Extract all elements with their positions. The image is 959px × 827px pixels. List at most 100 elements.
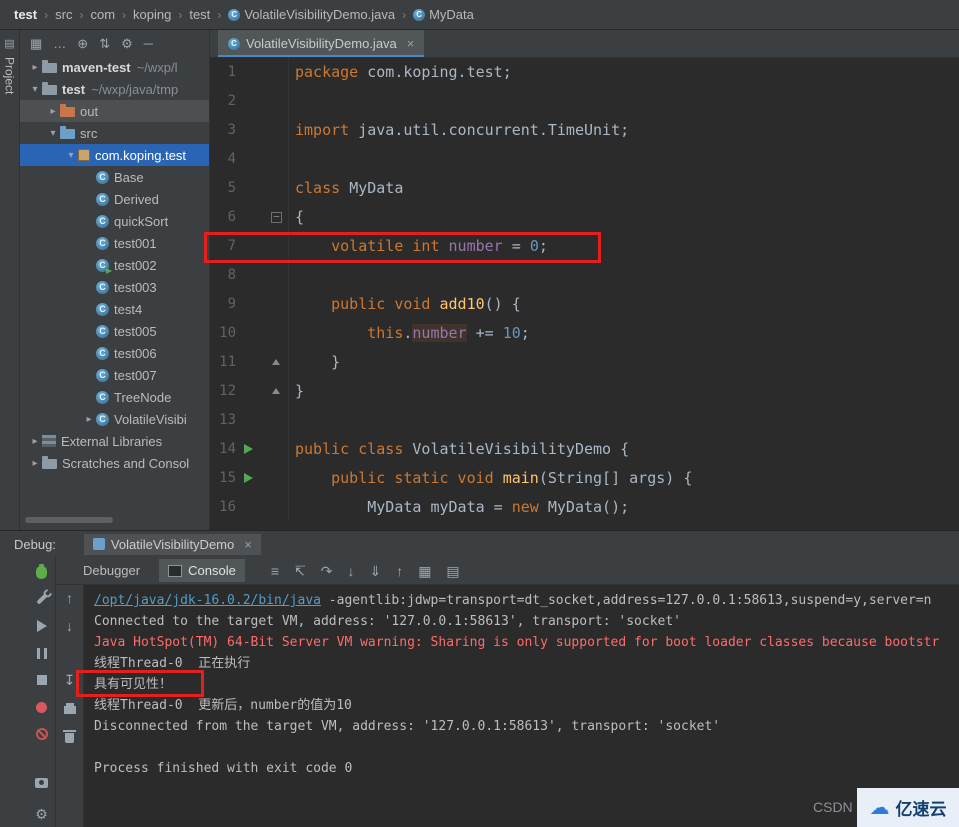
breadcrumb-item[interactable]: C MyData <box>413 7 474 22</box>
settings-icon[interactable]: ⚙ <box>121 37 133 50</box>
breadcrumb-item[interactable]: test <box>189 7 210 22</box>
tree-chevron-icon[interactable]: ▸ <box>28 436 42 447</box>
step-over-icon[interactable]: ↷ <box>321 564 333 578</box>
code-line[interactable]: 1 package com.koping.test; <box>210 58 959 87</box>
breadcrumb-item[interactable]: test <box>14 7 37 22</box>
code-line[interactable]: 13 <box>210 406 959 435</box>
tree-item[interactable]: ▾ test ~/wxp/java/tmp <box>20 78 209 100</box>
tab-debugger[interactable]: Debugger <box>74 559 149 582</box>
code-line[interactable]: 4 <box>210 145 959 174</box>
tree-item[interactable]: Ctest001 <box>20 232 209 254</box>
tab-close-icon[interactable]: × <box>407 36 415 51</box>
tab-console[interactable]: Console <box>159 559 245 582</box>
code-line[interactable]: 8 <box>210 261 959 290</box>
mute-breakpoints-icon[interactable] <box>35 728 48 740</box>
tree-chevron-icon[interactable]: ▸ <box>28 458 42 469</box>
stop-program-icon[interactable] <box>36 675 47 685</box>
code-line[interactable]: 5 class MyData <box>210 174 959 203</box>
fold-icon[interactable]: – <box>271 212 282 223</box>
tree-item[interactable]: C Base <box>20 166 209 188</box>
tree-path: ~/wxp/l <box>136 59 178 75</box>
debug-tab-close-icon[interactable]: × <box>244 537 252 552</box>
tree-item[interactable]: Ctest007 <box>20 364 209 386</box>
tree-item[interactable]: ▸ C VolatileVisibi <box>20 408 209 430</box>
tree-item[interactable]: Ctest002 <box>20 254 209 276</box>
code-line[interactable]: 10 this.number += 10; <box>210 319 959 348</box>
run-gutter-icon[interactable] <box>244 444 253 454</box>
tree-item[interactable]: Ctest005 <box>20 320 209 342</box>
resume-program-icon[interactable] <box>36 620 47 632</box>
tree-item[interactable]: ▸ maven-test ~/wxp/l <box>20 56 209 78</box>
debug-settings-icon[interactable] <box>35 593 48 605</box>
code-line[interactable]: 14 public class VolatileVisibilityDemo { <box>210 435 959 464</box>
console-text: 线程Thread-0 更新后，number的值为10 <box>94 698 352 713</box>
project-stripe-icon[interactable]: ▤ <box>4 37 14 50</box>
tree-item[interactable]: Ctest003 <box>20 276 209 298</box>
debug-session-tab[interactable]: VolatileVisibilityDemo × <box>83 533 261 555</box>
up-stack-icon[interactable]: ↑ <box>66 591 73 605</box>
debugger-gear-icon[interactable]: ⚙ <box>35 807 48 821</box>
code-line[interactable]: 9 public void add10() { <box>210 290 959 319</box>
tree-item[interactable]: CquickSort <box>20 210 209 232</box>
project-horizontal-scrollbar[interactable] <box>25 517 113 523</box>
scroll-to-end-icon[interactable]: ↧ <box>64 673 76 687</box>
breadcrumb-item[interactable]: koping <box>133 7 171 22</box>
toolbar-slot <box>35 590 48 608</box>
breadcrumb-item[interactable]: com <box>90 7 115 22</box>
code-line[interactable]: 11 } <box>210 348 959 377</box>
down-stack-icon[interactable]: ↓ <box>66 619 73 633</box>
class-icon: C <box>96 280 109 294</box>
evaluate-expression-icon[interactable]: ▦ <box>418 564 431 578</box>
tree-item[interactable]: C TreeNode <box>20 386 209 408</box>
console-output[interactable]: /opt/java/jdk-16.0.2/bin/java -agentlib:… <box>84 585 959 827</box>
tree-chevron-icon[interactable]: ▸ <box>46 106 60 117</box>
clear-console-icon[interactable] <box>63 729 76 743</box>
tree-chevron-icon[interactable]: ▾ <box>64 150 78 161</box>
print-icon[interactable] <box>63 702 76 714</box>
hide-panel-icon[interactable]: ─ <box>144 37 153 50</box>
breadcrumb-item[interactable]: C VolatileVisibilityDemo.java <box>228 7 395 22</box>
show-execution-point-icon[interactable]: ↸ <box>294 564 306 578</box>
pause-program-icon[interactable] <box>36 647 47 659</box>
tree-chevron-icon[interactable]: ▾ <box>28 84 42 95</box>
tree-item[interactable]: Ctest006 <box>20 342 209 364</box>
code-line[interactable]: 16 MyData myData = new MyData(); <box>210 493 959 522</box>
step-out-icon[interactable]: ↑ <box>396 564 403 578</box>
run-gutter-icon[interactable] <box>244 473 253 483</box>
step-into-icon[interactable]: ↓ <box>347 564 354 578</box>
restore-layout-icon[interactable]: ▤ <box>446 564 459 578</box>
thread-dump-icon[interactable] <box>35 778 48 788</box>
debugger-left-toolbar: ⚙ <box>28 557 56 827</box>
collapse-all-icon[interactable]: ⇅ <box>99 37 110 50</box>
code-area[interactable]: 1 package com.koping.test; 2 3 import java.u… <box>210 58 959 522</box>
code-line[interactable]: 2 <box>210 87 959 116</box>
tree-chevron-icon[interactable]: ▸ <box>82 414 96 425</box>
more-options-icon[interactable]: … <box>53 37 66 50</box>
tree-item[interactable]: Ctest4 <box>20 298 209 320</box>
editor-tab[interactable]: C VolatileVisibilityDemo.java × <box>218 30 425 57</box>
tree-item[interactable]: ▸ Scratches and Consol <box>20 452 209 474</box>
tree-item[interactable]: C Derived <box>20 188 209 210</box>
fold-end-icon[interactable] <box>272 388 280 394</box>
layout-settings-icon[interactable]: ≡ <box>271 564 279 578</box>
tree-chevron-icon[interactable]: ▸ <box>28 62 42 73</box>
view-breakpoints-icon[interactable] <box>36 701 47 713</box>
tree-item[interactable]: ▾ src <box>20 122 209 144</box>
force-step-into-icon[interactable]: ⇓ <box>369 564 381 578</box>
tree-item[interactable]: ▸ External Libraries <box>20 430 209 452</box>
code-line[interactable]: 3 import java.util.concurrent.TimeUnit; <box>210 116 959 145</box>
project-stripe-label[interactable]: Project <box>3 57 17 94</box>
rerun-debug-icon[interactable] <box>36 563 47 579</box>
code-line[interactable]: 15 public static void main(String[] args… <box>210 464 959 493</box>
code-line[interactable]: 6 – { <box>210 203 959 232</box>
code-line[interactable]: 12} <box>210 377 959 406</box>
show-views-icon[interactable]: ▦ <box>30 37 42 50</box>
gutter <box>236 145 289 174</box>
select-opened-file-icon[interactable]: ⊕ <box>77 37 88 50</box>
tree-item[interactable]: ▾ com.koping.test <box>20 144 209 166</box>
breadcrumb-item[interactable]: src <box>55 7 72 22</box>
tree-item[interactable]: ▸ out <box>20 100 209 122</box>
fold-end-icon[interactable] <box>272 359 280 365</box>
console-link[interactable]: /opt/java/jdk-16.0.2/bin/java <box>94 593 321 608</box>
tree-chevron-icon[interactable]: ▾ <box>46 128 60 139</box>
